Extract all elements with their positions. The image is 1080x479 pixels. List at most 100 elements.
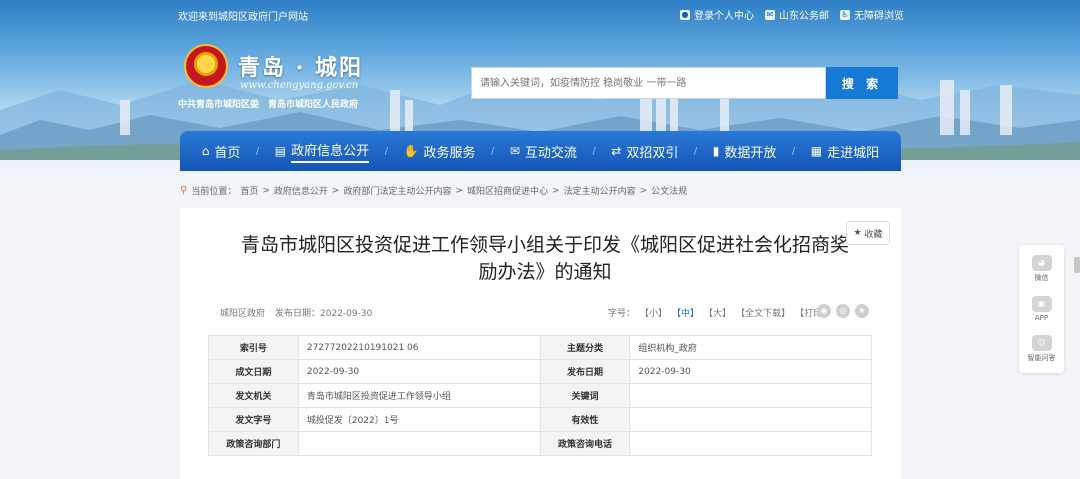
site-title[interactable]: 青岛 · 城阳 <box>238 50 363 82</box>
app-icon: ▣ <box>1031 295 1052 312</box>
breadcrumb-separator: > <box>455 185 464 196</box>
handshake-icon: ⇄ <box>611 144 622 158</box>
search-input[interactable] <box>480 68 820 98</box>
nav-label-investment: 双招双引 <box>626 145 679 161</box>
top-bar: 欢迎来到城阳区政府门户网站 ● 登录个人中心 ✉ 山东公务邮 ♿ 无障碍浏览 <box>0 0 1080 28</box>
table-value <box>297 431 541 456</box>
document-card: 青岛市城阳区投资促进工作领导小组关于印发《城阳区促进社会化招商奖励办法》的通知 … <box>180 208 901 479</box>
document-meta: 城阳区政府 发布日期：2022-09-30 <box>220 306 372 319</box>
table-row: 政策咨询部门 政策咨询电话 <box>208 431 872 456</box>
chat-icon: ✉ <box>509 144 520 158</box>
app-label: APP <box>1034 313 1049 322</box>
share-icons: ◉ ◎ ★ <box>817 304 869 318</box>
font-size-controls: 字号： 【小】 【中】 【大】 【全文下载】 【打印】 <box>608 306 831 319</box>
nav-item-services[interactable]: ✋ 政务服务 <box>404 142 476 161</box>
table-value: 青岛市城阳区投资促进工作领导小组 <box>297 383 541 408</box>
wechat-share-icon[interactable]: ◎ <box>836 304 850 318</box>
table-key: 政策咨询部门 <box>208 431 299 456</box>
table-key: 政策咨询电话 <box>539 431 631 456</box>
table-value: 2022-09-30 <box>629 359 872 384</box>
nav-label-open-data: 数据开放 <box>724 145 777 161</box>
login-link[interactable]: ● 登录个人中心 <box>680 7 754 22</box>
main-nav: ⌂ 首页 / ▤ 政府信息公开 / ✋ 政务服务 / ✉ 互动交流 / ⇄ 双招… <box>180 131 901 171</box>
home-icon: ⌂ <box>201 144 210 158</box>
breadcrumb-prefix: 当前位置： <box>191 187 237 197</box>
site-url: www.chengyang.gov.cn <box>240 80 359 91</box>
search-button[interactable]: 搜 索 <box>826 67 898 99</box>
font-size-label: 字号： <box>608 309 636 319</box>
app-button[interactable]: ▣ APP <box>1031 295 1052 322</box>
table-key: 发文字号 <box>208 407 299 432</box>
nav-label-about: 走进城阳 <box>827 145 880 161</box>
mail-icon: ✉ <box>765 9 775 20</box>
nav-label-gov-info: 政府信息公开 <box>291 140 370 163</box>
nav-divider: / <box>791 145 796 157</box>
nav-divider: / <box>693 145 698 157</box>
font-small-button[interactable]: 【小】 <box>640 306 667 319</box>
table-key: 成文日期 <box>208 359 299 384</box>
breadcrumb-link[interactable]: 政府部门法定主动公开内容 <box>343 184 451 197</box>
welcome-text: 欢迎来到城阳区政府门户网站 <box>178 12 308 23</box>
table-key: 有效性 <box>539 407 631 432</box>
table-row: 成文日期 2022-09-30 发布日期 2022-09-30 <box>208 359 872 384</box>
ai-label: 智能问答 <box>1027 353 1056 362</box>
mail-label: 山东公务邮 <box>779 11 829 22</box>
table-value: 组织机构_政府 <box>629 335 872 360</box>
breadcrumb-link[interactable]: 政府信息公开 <box>274 184 328 197</box>
table-value: 2022-09-30 <box>297 359 541 384</box>
breadcrumb-separator: > <box>639 185 648 196</box>
breadcrumb-link[interactable]: 城阳区招商促进中心 <box>467 184 548 197</box>
table-key: 关键词 <box>539 383 631 408</box>
login-label: 登录个人中心 <box>694 11 754 22</box>
breadcrumb-separator: > <box>262 185 270 196</box>
download-button[interactable]: 【全文下载】 <box>736 306 790 319</box>
floating-side-panel: ◕ 微信 ▣ APP ☺ 智能问答 <box>1019 245 1064 373</box>
breadcrumb: ⚲ 当前位置： 首页 > 政府信息公开 > 政府部门法定主动公开内容 > 城阳区… <box>180 184 687 197</box>
breadcrumb-link[interactable]: 首页 <box>240 184 258 197</box>
table-value: 27277202210191021 06 <box>297 335 541 360</box>
nav-divider: / <box>592 145 596 157</box>
ai-assistant-button[interactable]: ☺ 智能问答 <box>1027 334 1056 363</box>
favorite-button[interactable]: ★ 收藏 <box>846 221 890 245</box>
nav-item-investment[interactable]: ⇄ 双招双引 <box>611 142 678 161</box>
breadcrumb-separator: > <box>552 185 560 196</box>
robot-icon: ☺ <box>1031 334 1052 351</box>
hand-icon: ✋ <box>403 144 419 158</box>
table-key: 索引号 <box>208 335 299 360</box>
nav-divider: / <box>490 145 495 157</box>
qzone-share-icon[interactable]: ★ <box>855 304 869 318</box>
breadcrumb-separator: > <box>331 185 340 196</box>
accessibility-link[interactable]: ♿ 无障碍浏览 <box>840 7 904 22</box>
table-key: 主题分类 <box>539 335 631 360</box>
wechat-button[interactable]: ◕ 微信 <box>1031 255 1052 283</box>
scrollbar-handle[interactable] <box>1074 257 1080 273</box>
breadcrumb-link[interactable]: 法定主动公开内容 <box>564 184 636 197</box>
mail-link[interactable]: ✉ 山东公务邮 <box>765 7 829 22</box>
nav-item-gov-info[interactable]: ▤ 政府信息公开 <box>274 140 370 163</box>
publish-date: 发布日期：2022-09-30 <box>275 309 373 319</box>
nav-item-about[interactable]: ▦ 走进城阳 <box>811 142 879 161</box>
document-icon: ▤ <box>274 144 287 158</box>
wechat-icon: ◕ <box>1031 255 1052 272</box>
table-value <box>629 383 872 408</box>
favorite-label: 收藏 <box>864 229 883 240</box>
breadcrumb-link[interactable]: 公文法规 <box>651 184 687 197</box>
nav-item-interaction[interactable]: ✉ 互动交流 <box>510 142 577 161</box>
nav-divider: / <box>255 145 260 157</box>
font-medium-button[interactable]: 【中】 <box>672 306 699 319</box>
nav-item-home[interactable]: ⌂ 首页 <box>202 142 241 161</box>
site-subtitle: 中共青岛市城阳区委 青岛市城阳区人民政府 <box>178 100 359 110</box>
font-large-button[interactable]: 【大】 <box>704 306 731 319</box>
weibo-share-icon[interactable]: ◉ <box>817 304 831 318</box>
nav-label-services: 政务服务 <box>423 145 476 161</box>
national-emblem-logo[interactable] <box>184 44 228 88</box>
nav-label-home: 首页 <box>214 145 241 161</box>
star-icon: ★ <box>853 228 862 238</box>
nav-item-open-data[interactable]: ▮ 数据开放 <box>713 142 777 161</box>
wechat-label: 微信 <box>1034 274 1049 283</box>
location-pin-icon: ⚲ <box>180 185 188 196</box>
document-info-table: 索引号 27277202210191021 06 主题分类 组织机构_政府 成文… <box>208 335 872 456</box>
table-value: 城投促发〔2022〕1号 <box>297 407 541 432</box>
table-row: 发文机关 青岛市城阳区投资促进工作领导小组 关键词 <box>208 383 872 408</box>
table-row: 发文字号 城投促发〔2022〕1号 有效性 <box>208 407 872 432</box>
